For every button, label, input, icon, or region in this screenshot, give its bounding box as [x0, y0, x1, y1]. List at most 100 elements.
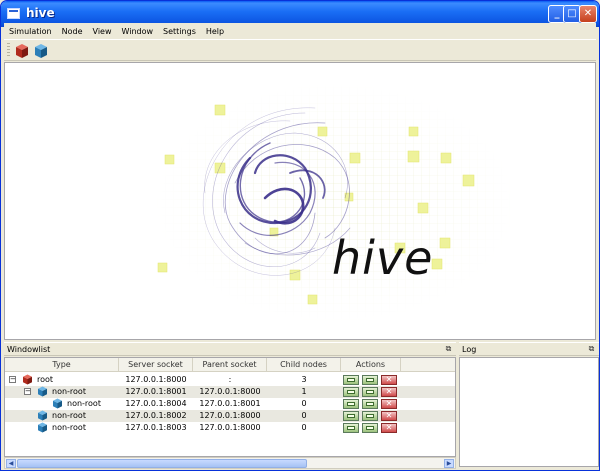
log-float-icon[interactable]: ⧉	[587, 345, 596, 354]
table-row[interactable]: non-root 127.0.0.1:8004 127.0.0.1:8001 0 ✕	[5, 398, 455, 410]
open-config-button[interactable]	[362, 387, 378, 397]
cell-server-socket: 127.0.0.1:8001	[125, 387, 187, 396]
column-type[interactable]: Type	[5, 358, 119, 372]
table-header: Type Server socket Parent socket Child n…	[5, 358, 455, 372]
config-window-icon	[366, 414, 374, 418]
cell-child-nodes: 1	[301, 387, 307, 396]
close-icon: ✕	[385, 399, 393, 408]
window-icon	[347, 426, 355, 430]
cell-parent-socket: 127.0.0.1:8001	[199, 399, 261, 408]
kill-node-button[interactable]: ✕	[381, 411, 397, 421]
scroll-left-icon[interactable]: ◀	[6, 459, 16, 468]
config-window-icon	[366, 378, 374, 382]
column-child-nodes[interactable]: Child nodes	[267, 358, 341, 372]
windowlist-header: Windowlist ⧉	[4, 342, 456, 356]
toolbar-grip[interactable]	[7, 43, 10, 57]
window-icon	[347, 378, 355, 382]
cell-parent-socket: 127.0.0.1:8000	[199, 387, 261, 396]
cell-type: non-root	[52, 423, 86, 432]
log-title: Log	[462, 345, 477, 354]
scroll-right-icon[interactable]: ▶	[444, 459, 454, 468]
open-window-button[interactable]	[343, 411, 359, 421]
window-icon	[347, 414, 355, 418]
hive-logo-text: hive	[332, 231, 434, 285]
open-window-button[interactable]	[343, 387, 359, 397]
config-window-icon	[366, 402, 374, 406]
new-root-node-button[interactable]	[13, 42, 31, 60]
menu-help[interactable]: Help	[201, 27, 229, 36]
close-icon: ✕	[385, 375, 393, 384]
kill-node-button[interactable]: ✕	[381, 375, 397, 385]
windowlist-title: Windowlist	[7, 345, 51, 354]
cell-server-socket: 127.0.0.1:8004	[125, 399, 187, 408]
cell-child-nodes: 0	[301, 399, 307, 408]
menu-view[interactable]: View	[88, 27, 117, 36]
windowlist-horizontal-scrollbar[interactable]: ◀ ▶	[4, 457, 456, 469]
kill-node-button[interactable]: ✕	[381, 423, 397, 433]
root-node-icon	[22, 374, 33, 385]
windowlist-table: Type Server socket Parent socket Child n…	[4, 357, 456, 457]
toolbar	[4, 39, 596, 61]
cell-type: non-root	[52, 387, 86, 396]
non-root-node-icon	[52, 398, 63, 409]
cell-server-socket: 127.0.0.1:8002	[125, 411, 187, 420]
menu-settings[interactable]: Settings	[158, 27, 201, 36]
kill-node-button[interactable]: ✕	[381, 399, 397, 409]
non-root-node-icon	[37, 410, 48, 421]
window-icon	[347, 402, 355, 406]
cell-child-nodes: 0	[301, 423, 307, 432]
cell-type: root	[37, 375, 54, 384]
menu-simulation[interactable]: Simulation	[4, 27, 57, 36]
close-icon: ✕	[385, 411, 393, 420]
menu-window[interactable]: Window	[117, 27, 159, 36]
cell-type: non-root	[52, 411, 86, 420]
table-row[interactable]: non-root 127.0.0.1:8002 127.0.0.1:8000 0 ✕	[5, 410, 455, 422]
open-window-button[interactable]	[343, 423, 359, 433]
config-window-icon	[366, 426, 374, 430]
blue-cube-icon	[35, 44, 47, 58]
tree-collapse-icon[interactable]: −	[24, 388, 31, 395]
window-title: hive	[26, 6, 55, 20]
open-window-button[interactable]	[343, 399, 359, 409]
menu-bar: Simulation Node View Window Settings Hel…	[4, 23, 596, 39]
cell-server-socket: 127.0.0.1:8000	[125, 375, 187, 384]
splash-area: hive	[4, 62, 596, 340]
column-parent-socket[interactable]: Parent socket	[193, 358, 267, 372]
table-row[interactable]: non-root 127.0.0.1:8003 127.0.0.1:8000 0 ✕	[5, 422, 455, 434]
column-actions[interactable]: Actions	[341, 358, 401, 372]
non-root-node-icon	[37, 422, 48, 433]
window-icon	[347, 390, 355, 394]
cell-type: non-root	[67, 399, 101, 408]
cell-server-socket: 127.0.0.1:8003	[125, 423, 187, 432]
app-window-icon	[7, 8, 20, 19]
table-row[interactable]: − non-root 127.0.0.1:8001 127.0.0.1:8000 1 ✕	[5, 386, 455, 398]
open-config-button[interactable]	[362, 399, 378, 409]
cell-parent-socket: 127.0.0.1:8000	[199, 411, 261, 420]
column-server-socket[interactable]: Server socket	[119, 358, 193, 372]
cell-child-nodes: 3	[301, 375, 307, 384]
table-row[interactable]: − root 127.0.0.1:8000: 3 ✕	[5, 374, 455, 386]
non-root-node-icon	[37, 386, 48, 397]
scroll-thumb[interactable]	[17, 459, 307, 468]
windowlist-float-icon[interactable]: ⧉	[444, 345, 453, 354]
menu-node[interactable]: Node	[57, 27, 88, 36]
close-icon: ✕	[385, 387, 393, 396]
hive-main-window: hive _ □ ✕ Simulation Node View Window S…	[0, 0, 600, 471]
tree-collapse-icon[interactable]: −	[9, 376, 16, 383]
config-window-icon	[366, 390, 374, 394]
new-non-root-node-button[interactable]	[32, 42, 50, 60]
close-button[interactable]: ✕	[579, 5, 597, 23]
open-config-button[interactable]	[362, 411, 378, 421]
red-cube-icon	[16, 44, 28, 58]
log-header: Log ⧉	[459, 342, 599, 356]
kill-node-button[interactable]: ✕	[381, 387, 397, 397]
cell-child-nodes: 0	[301, 411, 307, 420]
open-config-button[interactable]	[362, 423, 378, 433]
hive-logo-graphic	[155, 83, 515, 323]
log-panel[interactable]	[459, 357, 599, 467]
cell-parent-socket: 127.0.0.1:8000	[199, 423, 261, 432]
open-config-button[interactable]	[362, 375, 378, 385]
cell-parent-socket: :	[228, 375, 232, 384]
close-icon: ✕	[385, 423, 393, 432]
open-window-button[interactable]	[343, 375, 359, 385]
